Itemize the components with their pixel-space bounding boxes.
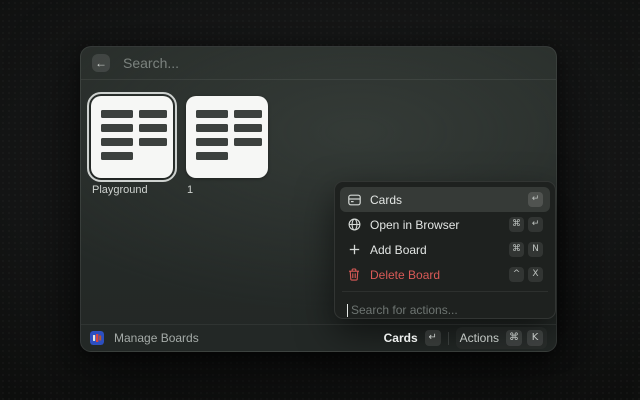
preview-bar bbox=[139, 124, 167, 132]
x-key: X bbox=[528, 267, 543, 282]
preview-bar bbox=[101, 110, 133, 118]
menu-item-delete-board[interactable]: Delete Board ^ X bbox=[340, 262, 550, 287]
return-key: ↵ bbox=[528, 217, 543, 232]
trash-icon bbox=[347, 268, 361, 282]
menu-item-open-in-browser[interactable]: Open in Browser ⌘ ↵ bbox=[340, 212, 550, 237]
search-input[interactable]: Search... bbox=[123, 55, 179, 71]
plus-icon bbox=[347, 243, 361, 257]
menu-item-label: Cards bbox=[370, 192, 403, 207]
search-bar: ← Search... bbox=[81, 47, 556, 80]
board-thumbnail[interactable] bbox=[186, 96, 268, 178]
manage-boards-app-icon bbox=[90, 331, 104, 345]
preview-bar bbox=[196, 110, 228, 118]
preview-column bbox=[234, 110, 262, 178]
preview-bar bbox=[234, 124, 262, 132]
footer-actions: Cards ↵ Actions ⌘ K bbox=[384, 327, 547, 349]
globe-icon bbox=[347, 218, 361, 232]
back-button[interactable]: ← bbox=[92, 54, 110, 72]
board-item-1[interactable]: 1 bbox=[186, 96, 268, 196]
preview-bar bbox=[196, 152, 228, 160]
cmd-key: ⌘ bbox=[509, 217, 524, 232]
k-key: K bbox=[527, 330, 543, 346]
back-arrow-icon: ← bbox=[95, 56, 107, 70]
preview-bar bbox=[101, 124, 133, 132]
preview-bar bbox=[234, 138, 262, 146]
menu-item-label: Add Board bbox=[370, 242, 427, 257]
cmd-key: ⌘ bbox=[509, 242, 524, 257]
shortcut-keys: ⌘ ↵ bbox=[509, 217, 543, 232]
menu-divider bbox=[342, 291, 548, 292]
board-label: 1 bbox=[187, 184, 194, 196]
board-thumbnail[interactable] bbox=[87, 92, 177, 182]
shortcut-keys: ^ X bbox=[509, 267, 543, 282]
actions-button-label: Actions bbox=[459, 331, 499, 345]
preview-bar bbox=[101, 138, 133, 146]
actions-search-placeholder: Search for actions... bbox=[351, 303, 458, 317]
return-key: ↵ bbox=[424, 330, 441, 346]
preview-column bbox=[139, 110, 167, 178]
menu-item-add-board[interactable]: Add Board ⌘ N bbox=[340, 237, 550, 262]
menu-item-label: Delete Board bbox=[370, 267, 441, 282]
board-grid: Playground 1 bbox=[87, 92, 268, 196]
actions-menu: Cards ↵ Open in Browser ⌘ ↵ Add Board ⌘ … bbox=[334, 181, 556, 319]
footer-app-name: Manage Boards bbox=[114, 331, 199, 345]
preview-bar bbox=[139, 138, 167, 146]
text-caret bbox=[347, 303, 348, 317]
board-item-playground[interactable]: Playground bbox=[87, 92, 177, 196]
preview-bar bbox=[196, 138, 228, 146]
preview-bar bbox=[196, 124, 228, 132]
shortcut-keys: ↵ bbox=[528, 192, 543, 207]
primary-action-label[interactable]: Cards bbox=[384, 331, 418, 345]
manage-boards-window: ← Search... Playground 1 Cards ↵ Open in… bbox=[80, 46, 557, 352]
cmd-key: ⌘ bbox=[506, 330, 522, 346]
preview-column bbox=[196, 110, 228, 178]
menu-item-cards[interactable]: Cards ↵ bbox=[340, 187, 550, 212]
menu-item-label: Open in Browser bbox=[370, 217, 460, 232]
actions-search-field[interactable]: Search for actions... bbox=[340, 296, 550, 317]
ctrl-key: ^ bbox=[509, 267, 524, 282]
actions-menu-button[interactable]: Actions ⌘ K bbox=[456, 327, 547, 349]
n-key: N bbox=[528, 242, 543, 257]
shortcut-keys: ⌘ N bbox=[509, 242, 543, 257]
card-icon bbox=[347, 193, 361, 207]
preview-bar bbox=[234, 110, 262, 118]
footer-bar: Manage Boards Cards ↵ Actions ⌘ K bbox=[81, 324, 556, 351]
preview-bar bbox=[101, 152, 133, 160]
preview-column bbox=[101, 110, 133, 178]
preview-bar bbox=[139, 110, 167, 118]
return-key: ↵ bbox=[528, 192, 543, 207]
footer-divider bbox=[447, 331, 449, 345]
board-label: Playground bbox=[92, 184, 148, 196]
